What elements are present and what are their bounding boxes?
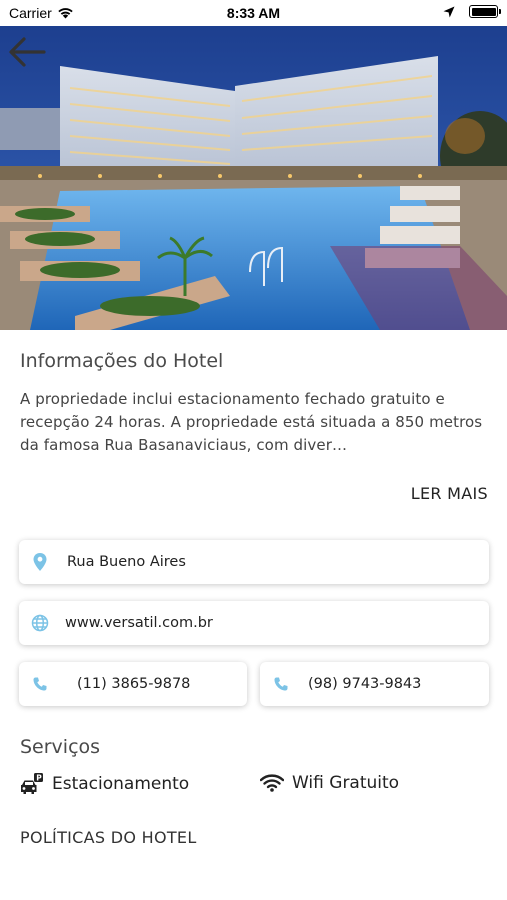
service-wifi-label: Wifi Gratuito (292, 773, 400, 793)
hotel-info-title: Informações do Hotel (20, 350, 224, 372)
arrow-left-icon (9, 37, 46, 67)
read-more-button[interactable]: LER MAIS (411, 484, 488, 503)
phone-2-text: (98) 9743-9843 (308, 676, 422, 692)
address-card[interactable]: Rua Bueno Aires (19, 540, 489, 584)
hotel-policies-link[interactable]: POLÍTICAS DO HOTEL (20, 828, 197, 847)
back-button[interactable] (6, 32, 48, 72)
service-wifi: Wifi Gratuito (260, 773, 399, 793)
service-parking: P Estacionamento (20, 773, 189, 795)
globe-icon (29, 612, 51, 634)
website-text: www.versatil.com.br (65, 615, 213, 631)
website-card[interactable]: www.versatil.com.br (19, 601, 489, 645)
hotel-description: A propriedade inclui estacionamento fech… (20, 390, 483, 454)
location-arrow-icon (443, 6, 455, 17)
phone-icon (29, 673, 51, 695)
phone-icon (270, 673, 292, 695)
phone-1-text: (11) 3865-9878 (77, 676, 191, 692)
phone-card-2[interactable]: (98) 9743-9843 (260, 662, 489, 706)
parking-car-icon: P (21, 773, 43, 794)
service-parking-label: Estacionamento (52, 774, 190, 794)
status-bar: Carrier 8:33 AM (0, 0, 507, 26)
svg-text:P: P (36, 774, 42, 783)
wifi-icon (260, 774, 284, 792)
hotel-hero-image (0, 26, 507, 330)
battery-icon (469, 5, 501, 18)
address-text: Rua Bueno Aires (67, 554, 186, 570)
status-time: 8:33 AM (226, 5, 281, 21)
map-pin-icon (29, 551, 51, 573)
phone-card-1[interactable]: (11) 3865-9878 (19, 662, 247, 706)
hotel-pool-illustration (0, 26, 507, 330)
status-right-group (443, 5, 501, 18)
services-title: Serviços (20, 736, 101, 758)
